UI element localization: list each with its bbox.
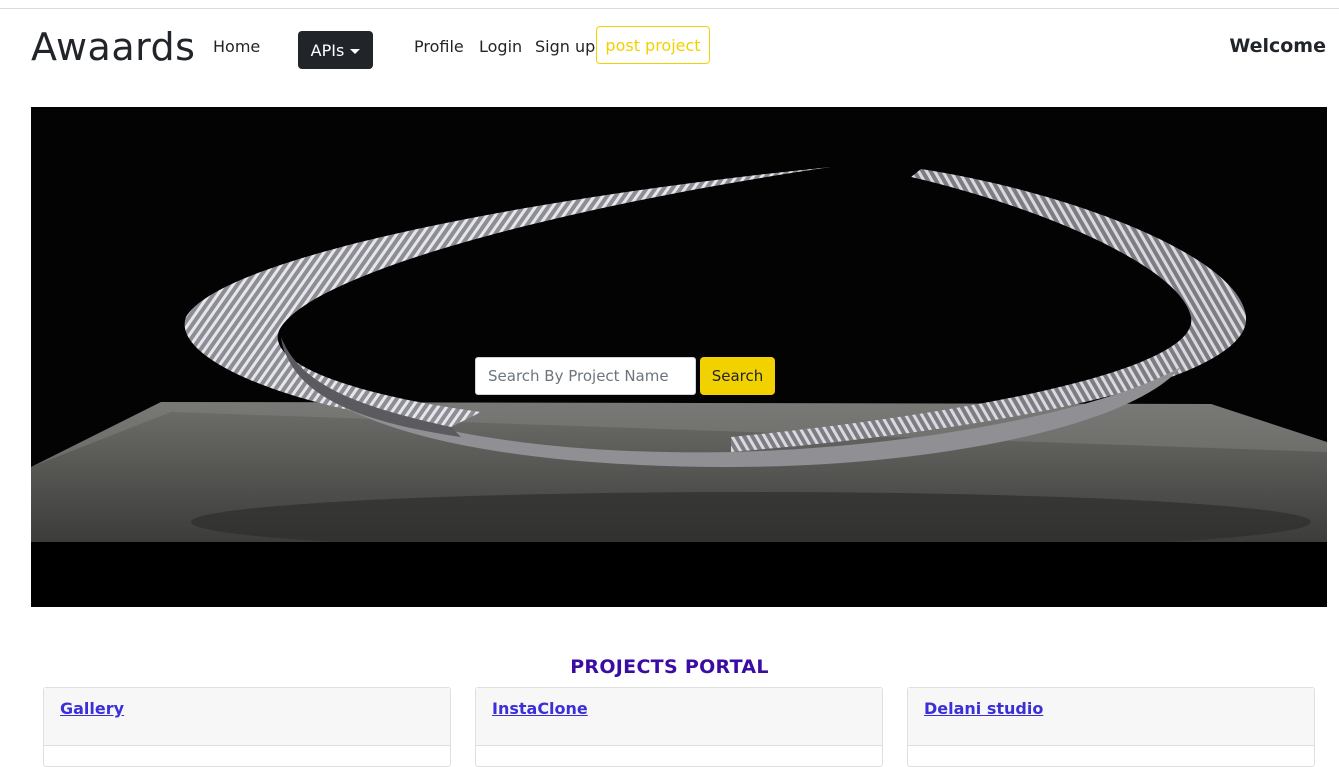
project-card: InstaClone [475, 687, 883, 767]
project-card-header: Delani studio [908, 688, 1314, 746]
project-link-instaclone[interactable]: InstaClone [492, 699, 588, 718]
navbar: Awaards Home APIs Profile Login Sign up … [0, 9, 1339, 89]
search-button[interactable]: Search [700, 357, 775, 395]
project-card-header: InstaClone [476, 688, 882, 746]
nav-login[interactable]: Login [479, 37, 522, 57]
post-project-button[interactable]: post project [596, 26, 710, 64]
welcome-text: Welcome [1229, 35, 1326, 57]
project-search-input[interactable] [475, 357, 696, 395]
brand-logo[interactable]: Awaards [31, 25, 195, 69]
caret-down-icon [350, 48, 361, 54]
project-card-header: Gallery [44, 688, 450, 746]
apis-dropdown-label: APIs [310, 40, 345, 60]
project-link-gallery[interactable]: Gallery [60, 699, 124, 718]
project-card: Delani studio [907, 687, 1315, 767]
nav-home[interactable]: Home [213, 37, 260, 57]
nav-signup[interactable]: Sign up [535, 37, 595, 57]
apis-dropdown-button[interactable]: APIs [298, 31, 373, 69]
project-card: Gallery [43, 687, 451, 767]
nav-profile[interactable]: Profile [414, 37, 464, 57]
portal-title: PROJECTS PORTAL [570, 656, 769, 678]
project-link-delani-studio[interactable]: Delani studio [924, 699, 1043, 718]
